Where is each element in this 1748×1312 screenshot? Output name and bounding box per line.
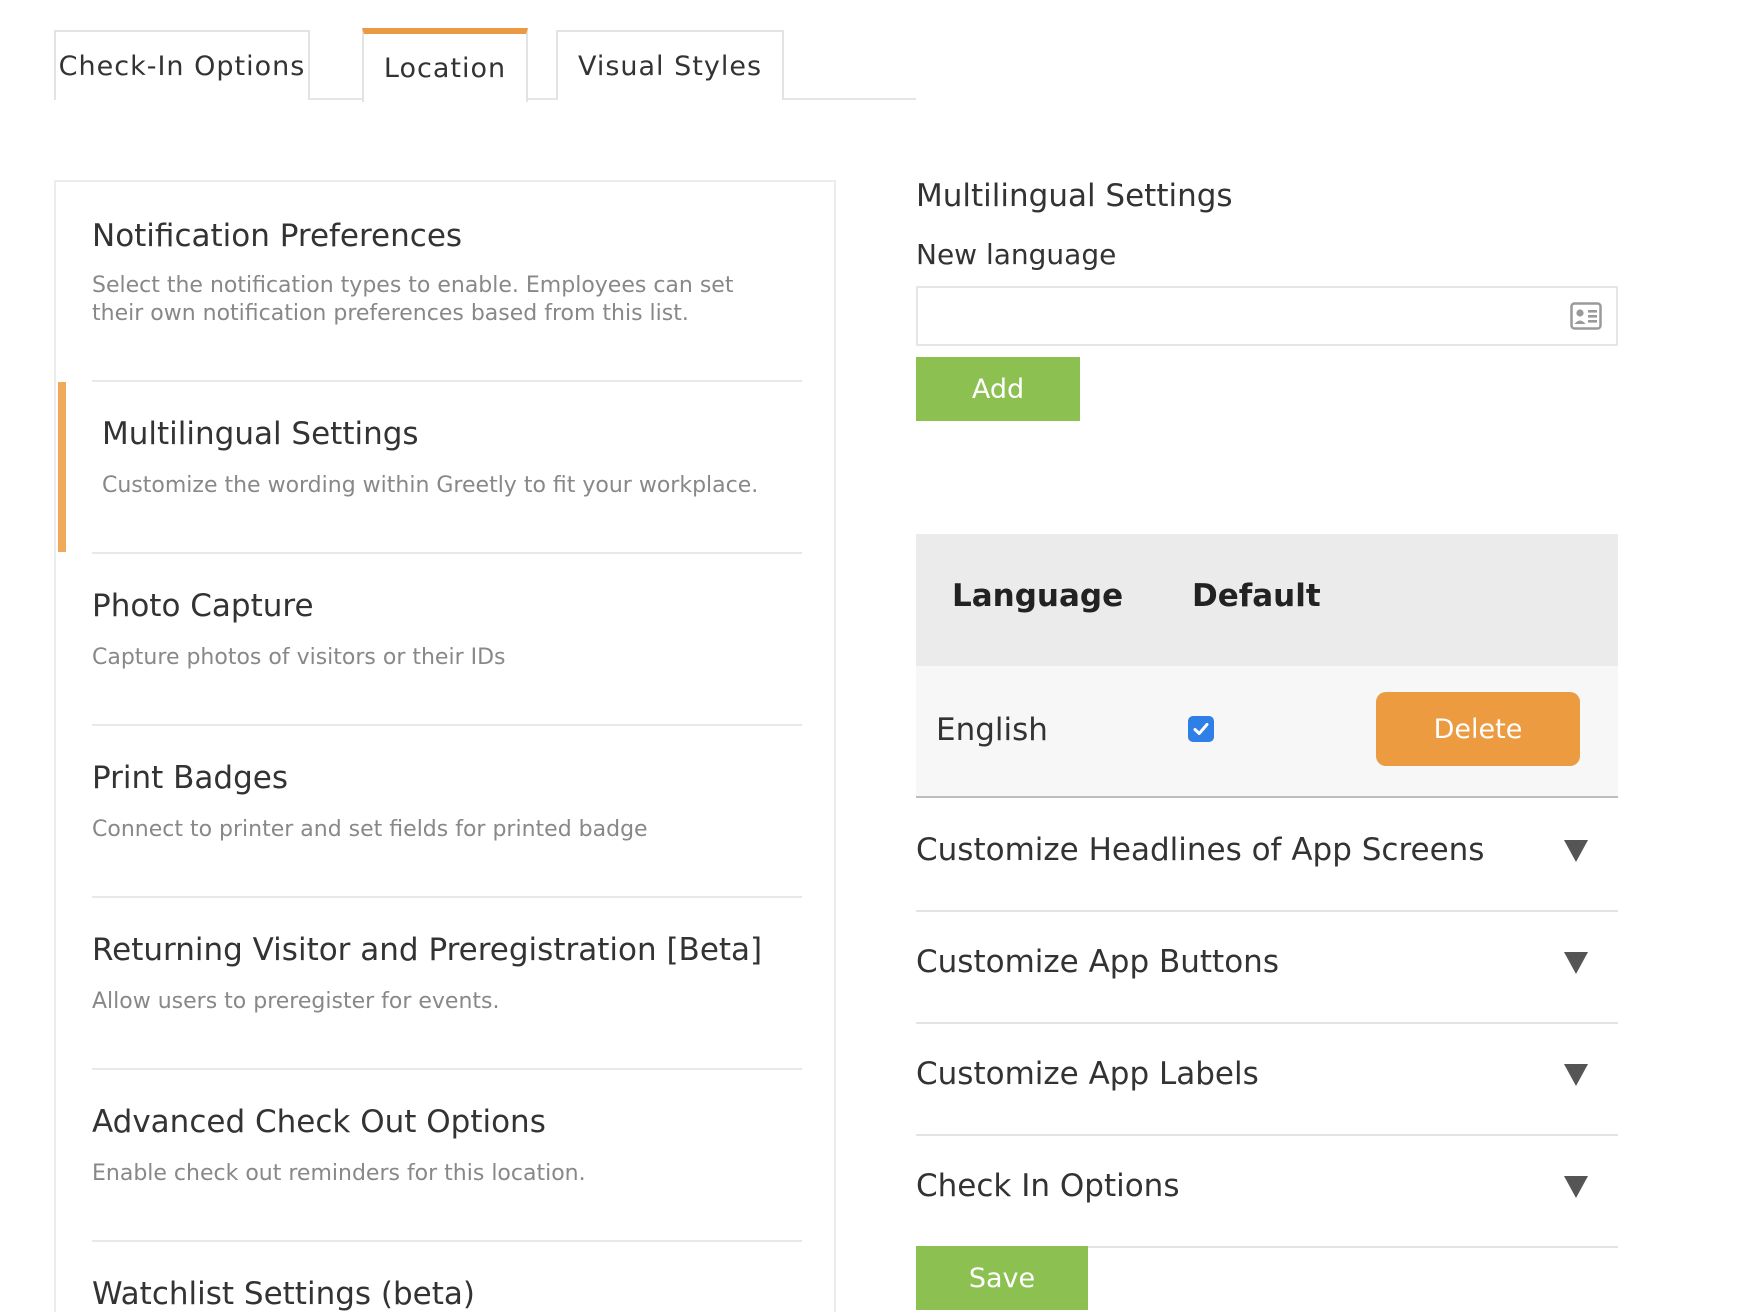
- caret-down-icon: [1564, 1176, 1588, 1198]
- menu-item-title: Returning Visitor and Preregistration [B…: [92, 932, 763, 968]
- menu-item-description: Enable check out reminders for this loca…: [92, 1161, 586, 1186]
- menu-item-print-badges[interactable]: Print Badges Connect to printer and set …: [56, 726, 836, 898]
- menu-item-description: Customize the wording within Greetly to …: [102, 473, 759, 498]
- save-button[interactable]: Save: [916, 1246, 1088, 1310]
- active-indicator: [58, 382, 66, 552]
- menu-item-title: Advanced Check Out Options: [92, 1104, 546, 1140]
- menu-item-photo-capture[interactable]: Photo Capture Capture photos of visitors…: [56, 554, 836, 726]
- menu-item-notification-preferences[interactable]: Notification Preferences Select the noti…: [56, 182, 836, 382]
- accordion-label: Customize App Labels: [916, 1056, 1259, 1092]
- accordion-label: Check In Options: [916, 1168, 1180, 1204]
- contact-card-icon[interactable]: [1570, 302, 1602, 330]
- default-checkbox[interactable]: [1188, 716, 1214, 742]
- tab-bar: Check-In Options Location Visual Styles: [54, 28, 916, 102]
- app-root: Check-In Options Location Visual Styles …: [0, 0, 1748, 1312]
- accordion-label: Customize App Buttons: [916, 944, 1279, 980]
- menu-item-description: Select the notification types to enable.…: [92, 273, 734, 326]
- new-language-label: New language: [916, 238, 1117, 271]
- table-header: Language Default: [916, 534, 1618, 666]
- menu-item-multilingual-settings[interactable]: Multilingual Settings Customize the word…: [56, 382, 836, 554]
- add-language-button[interactable]: Add: [916, 357, 1080, 421]
- tab-label: Visual Styles: [577, 50, 763, 82]
- menu-item-returning-visitor[interactable]: Returning Visitor and Preregistration [B…: [56, 898, 836, 1070]
- menu-item-title: Multilingual Settings: [102, 416, 419, 452]
- section-title: Multilingual Settings: [916, 178, 1233, 214]
- new-language-input[interactable]: [916, 286, 1618, 346]
- accordion-check-in-options[interactable]: Check In Options: [916, 1136, 1618, 1248]
- column-header-default: Default: [1192, 578, 1321, 614]
- menu-item-advanced-check-out[interactable]: Advanced Check Out Options Enable check …: [56, 1070, 836, 1242]
- accordion-customize-headlines[interactable]: Customize Headlines of App Screens: [916, 800, 1618, 912]
- tab-visual-styles[interactable]: Visual Styles: [556, 30, 784, 100]
- delete-button[interactable]: Delete: [1376, 692, 1580, 766]
- tab-location[interactable]: Location: [362, 28, 528, 102]
- check-icon: [1193, 723, 1209, 735]
- tab-label: Check-In Options: [58, 50, 306, 82]
- table-row: English Delete: [916, 666, 1618, 798]
- caret-down-icon: [1564, 1064, 1588, 1086]
- menu-item-description: Capture photos of visitors or their IDs: [92, 645, 506, 670]
- caret-down-icon: [1564, 952, 1588, 974]
- accordion-customize-labels[interactable]: Customize App Labels: [916, 1024, 1618, 1136]
- menu-item-watchlist-settings[interactable]: Watchlist Settings (beta): [56, 1242, 836, 1312]
- menu-item-title: Print Badges: [92, 760, 289, 796]
- settings-menu: Notification Preferences Select the noti…: [54, 180, 836, 1312]
- language-name: English: [936, 712, 1048, 748]
- menu-item-description: Connect to printer and set fields for pr…: [92, 817, 648, 842]
- menu-item-title: Watchlist Settings (beta): [92, 1276, 475, 1312]
- menu-item-title: Photo Capture: [92, 588, 314, 624]
- accordion-customize-buttons[interactable]: Customize App Buttons: [916, 912, 1618, 1024]
- tab-check-in-options[interactable]: Check-In Options: [54, 30, 310, 100]
- accordion-label: Customize Headlines of App Screens: [916, 832, 1485, 868]
- menu-item-title: Notification Preferences: [92, 218, 463, 254]
- menu-item-description: Allow users to preregister for events.: [92, 989, 500, 1014]
- caret-down-icon: [1564, 840, 1588, 862]
- tab-label: Location: [383, 52, 507, 84]
- column-header-language: Language: [952, 578, 1124, 614]
